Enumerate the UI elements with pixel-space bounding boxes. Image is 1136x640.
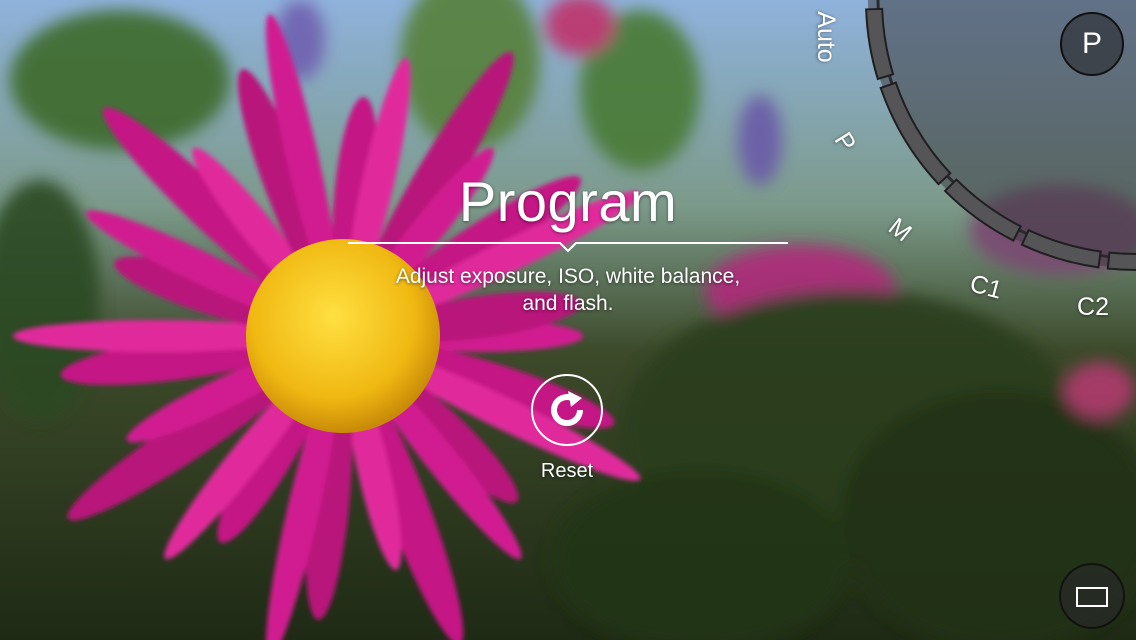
title-divider: [348, 242, 788, 253]
mode-option-auto[interactable]: Auto: [812, 7, 840, 67]
mode-description-line: Adjust exposure, ISO, white balance,: [395, 265, 741, 288]
current-mode-badge[interactable]: P: [1060, 12, 1124, 76]
mode-description: Adjust exposure, ISO, white balance, and…: [348, 263, 788, 317]
mode-title: Program: [458, 170, 678, 233]
reset-label: Reset: [540, 460, 594, 482]
reset-icon: [551, 391, 583, 427]
mode-option-c2[interactable]: C2: [1063, 293, 1123, 321]
aspect-ratio-icon: [1076, 587, 1108, 607]
reset-button[interactable]: [531, 374, 603, 446]
mode-description-line: and flash.: [522, 292, 614, 315]
aspect-ratio-button[interactable]: [1059, 563, 1125, 629]
